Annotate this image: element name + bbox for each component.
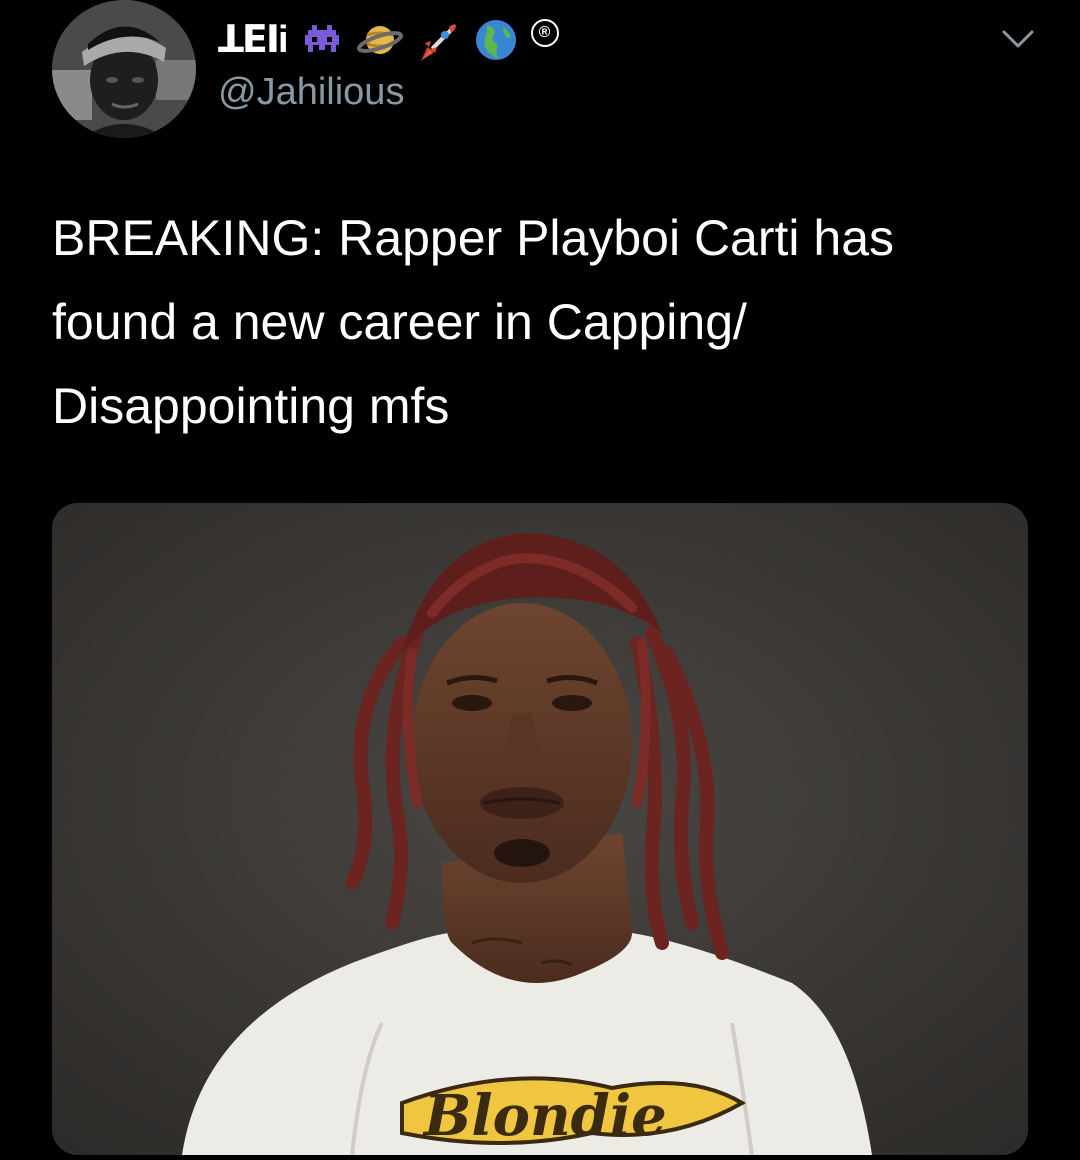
rocket-icon bbox=[415, 17, 461, 63]
tweet: ꓕꓰꓲi ® @Jahilious BREAKING: Rapper Playb… bbox=[0, 0, 1080, 1160]
alien-monster-icon bbox=[299, 17, 345, 63]
tweet-header: ꓕꓰꓲi ® @Jahilious bbox=[0, 0, 1080, 150]
ringed-planet-icon bbox=[356, 17, 403, 63]
avatar-photo bbox=[52, 0, 196, 138]
tweet-text-line: BREAKING: Rapper Playboi Carti has bbox=[52, 210, 895, 266]
shirt-logo-text: Blondie bbox=[422, 1083, 667, 1149]
tweet-text-line: found a new career in Capping/ bbox=[52, 294, 747, 350]
tweet-text: BREAKING: Rapper Playboi Carti has found… bbox=[52, 196, 1042, 448]
author-display-name[interactable]: ꓕꓰꓲi ® bbox=[218, 14, 559, 66]
author-avatar[interactable] bbox=[52, 0, 196, 138]
globe-americas-icon bbox=[473, 17, 519, 63]
tweet-text-line: Disappointing mfs bbox=[52, 378, 450, 434]
author-handle[interactable]: @Jahilious bbox=[218, 66, 404, 118]
photo-illustration: Blondie bbox=[52, 503, 1028, 1155]
chevron-down-icon[interactable] bbox=[998, 22, 1038, 54]
display-name-text: ꓕꓰꓲi bbox=[218, 19, 289, 61]
tweet-media-photo[interactable]: Blondie bbox=[52, 503, 1028, 1155]
registered-mark: ® bbox=[530, 19, 559, 47]
